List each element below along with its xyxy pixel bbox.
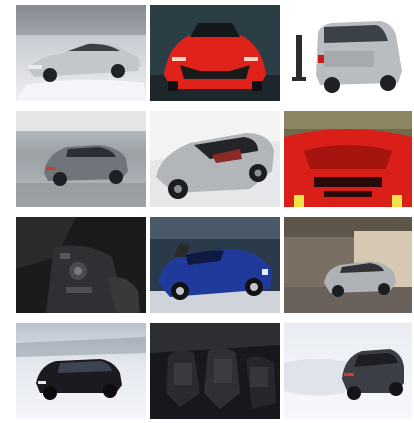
red-car-hood-vents-image (284, 111, 412, 207)
blue-roadster-image (150, 217, 280, 313)
silver-sedan-on-snow-image (16, 5, 146, 101)
gallery-tile-silver-sedan-snow[interactable] (16, 5, 146, 101)
dark-suv-drifting-snow-image (284, 323, 412, 419)
gallery-tile-blue-roadster[interactable] (150, 217, 280, 313)
black-hatchback-snow-image (16, 323, 146, 419)
dark-interior-seats-image (150, 323, 280, 419)
gallery-tile-silver-van[interactable] (284, 5, 412, 101)
gallery-tile-interior-seats[interactable] (150, 323, 280, 419)
gallery-tile-dark-suv-snow[interactable] (284, 323, 412, 419)
gallery-tile-silver-suv-garage[interactable] (284, 217, 412, 313)
grey-coupe-wet-track-image (16, 111, 146, 207)
gallery-tile-silver-convertible[interactable] (150, 111, 280, 207)
silver-suv-garage-image (284, 217, 412, 313)
red-sports-car-front-image (150, 5, 280, 101)
gallery-tile-red-hood[interactable] (284, 111, 412, 207)
gallery-tile-red-sports-car[interactable] (150, 5, 280, 101)
gallery-tile-grey-coupe[interactable] (16, 111, 146, 207)
dark-interior-center-console-image (16, 217, 146, 313)
gallery-tile-interior-console[interactable] (16, 217, 146, 313)
image-gallery-grid (16, 5, 412, 423)
silver-convertible-image (150, 111, 280, 207)
silver-van-with-charger-image (284, 5, 412, 101)
gallery-tile-black-hatchback-snow[interactable] (16, 323, 146, 419)
